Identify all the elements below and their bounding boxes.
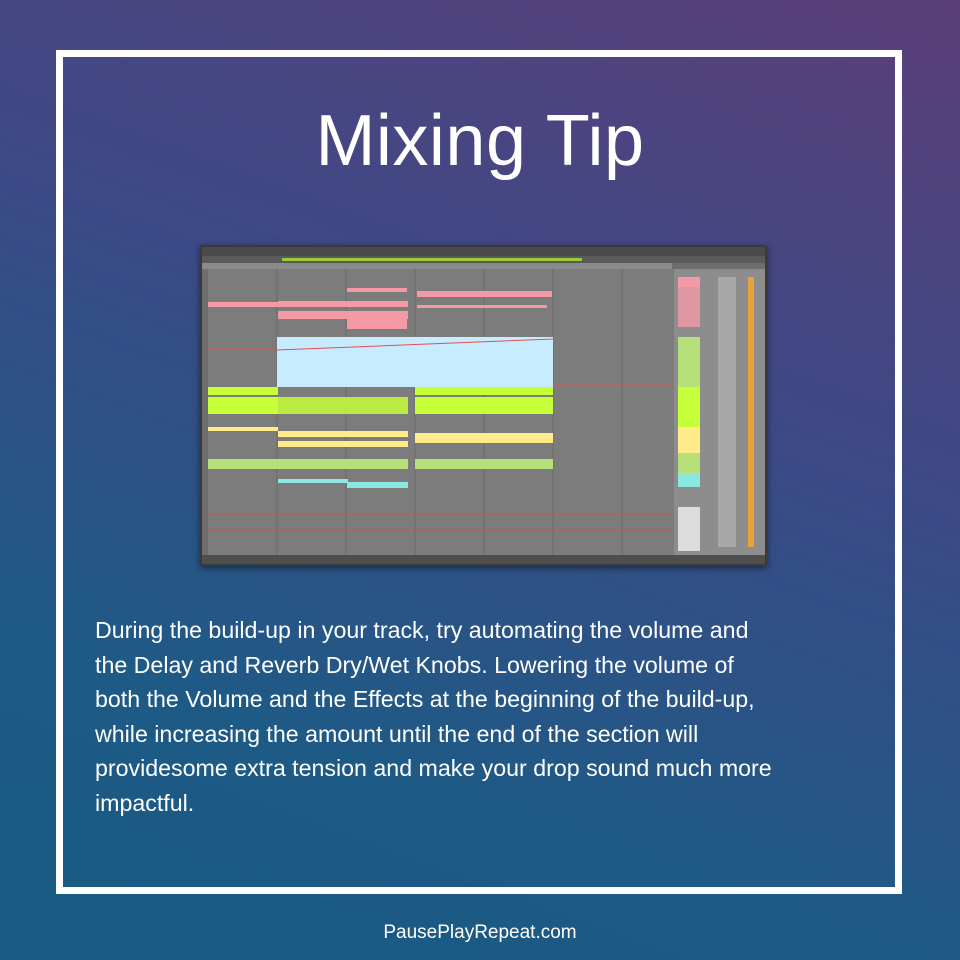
tip-line: During the build-up in your track, try a… <box>95 617 749 643</box>
daw-screenshot <box>200 245 767 566</box>
page-title: Mixing Tip <box>315 101 645 181</box>
tip-line: both the Volume and the Effects at the b… <box>95 686 755 712</box>
website-link[interactable]: PausePlayRepeat.com <box>0 922 960 944</box>
tip-line: providesome extra tension and make your … <box>95 755 772 781</box>
tip-paragraph: During the build-up in your track, try a… <box>95 613 885 820</box>
daw-arrangement-graphic <box>202 247 765 564</box>
tip-line: the Delay and Reverb Dry/Wet Knobs. Lowe… <box>95 651 734 678</box>
tip-line: while increasing the amount until the en… <box>95 720 699 747</box>
tip-line: impactful. <box>95 789 195 816</box>
